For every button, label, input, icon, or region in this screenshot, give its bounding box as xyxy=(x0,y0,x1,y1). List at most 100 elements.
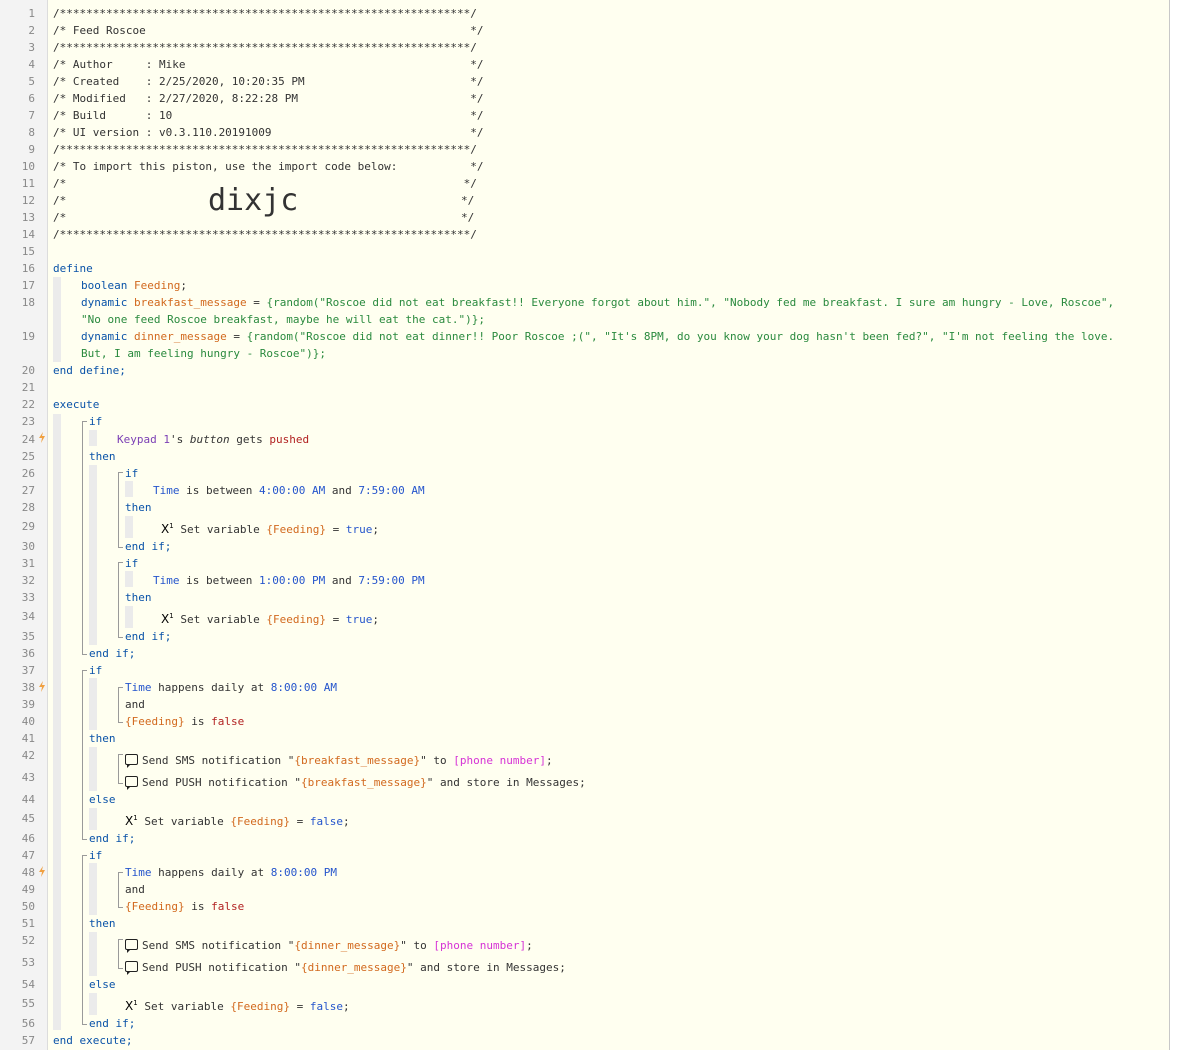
if-bracket-1 xyxy=(82,421,87,655)
modified-line: /* Modified : 2/27/2020, 8:22:28 PM */ xyxy=(53,92,484,105)
set-variable-action[interactable]: X1 Set variable {Feeding} = true; xyxy=(161,609,379,627)
indent-guide-then1 xyxy=(89,465,97,645)
indent-guide-else3 xyxy=(89,993,97,1015)
created-line: /* Created : 2/25/2020, 10:20:35 PM */ xyxy=(53,75,484,88)
if-keyword[interactable]: if xyxy=(89,848,102,863)
expression-value: {random("Roscoe did not eat breakfast!! … xyxy=(266,296,1115,309)
line-number: 5 xyxy=(28,75,35,88)
lightning-bolt-icon xyxy=(39,432,45,443)
piston-title: /* Feed Roscoe */ xyxy=(53,24,484,37)
variable-declaration-breakfast[interactable]: dynamic breakfast_message = {random("Ros… xyxy=(81,295,1114,310)
variable-declaration-dinner[interactable]: dynamic dinner_message = {random("Roscoe… xyxy=(81,329,1114,344)
line-number: 37 xyxy=(21,664,35,677)
speech-bubble-icon xyxy=(125,961,138,975)
and-operator[interactable]: and xyxy=(125,882,145,897)
then-keyword: then xyxy=(125,501,152,514)
indent-guide-inner2 xyxy=(125,571,133,587)
line-number: 48 xyxy=(21,866,35,879)
then-keyword: then xyxy=(89,732,116,745)
line-number: 52 xyxy=(21,934,35,947)
indent-guide-if2 xyxy=(89,678,97,730)
indent-guide-else2 xyxy=(89,808,97,830)
set-variable-action[interactable]: X1 Set variable {Feeding} = false; xyxy=(125,811,350,829)
line-number: 54 xyxy=(21,978,35,991)
line-number: 39 xyxy=(21,698,35,711)
line-number: 26 xyxy=(21,467,35,480)
end-if-keyword: end if; xyxy=(89,1017,136,1030)
variable-declaration-feeding[interactable]: boolean Feeding; xyxy=(81,278,187,293)
line-number: 47 xyxy=(21,849,35,862)
header-border: /***************************************… xyxy=(53,228,477,241)
condition-group-bracket-2 xyxy=(118,687,123,723)
set-variable-action[interactable]: X1 Set variable {Feeding} = true; xyxy=(161,519,379,537)
else-keyword: else xyxy=(89,978,116,991)
author-line: /* Author : Mike */ xyxy=(53,58,484,71)
time-trigger-condition[interactable]: Time happens daily at 8:00:00 PM xyxy=(125,865,337,880)
and-operator[interactable]: and xyxy=(125,697,145,712)
line-number: 2 xyxy=(28,24,35,37)
if-keyword[interactable]: if xyxy=(125,466,138,481)
action-group-bracket-3 xyxy=(118,939,123,969)
keypad-condition[interactable]: Keypad 1's button gets pushed xyxy=(117,432,309,447)
condition-group-bracket-3 xyxy=(118,872,123,908)
line-number: 49 xyxy=(21,883,35,896)
indent-guide-if1 xyxy=(89,430,97,446)
line-number: 18 xyxy=(21,296,35,309)
indent-guide-then2 xyxy=(89,747,97,791)
line-number: 53 xyxy=(21,956,35,969)
variable-name: Feeding xyxy=(133,279,181,292)
if-bracket-3 xyxy=(82,855,87,1025)
line-number: 17 xyxy=(21,279,35,292)
line-number: 25 xyxy=(21,450,35,463)
send-push-action[interactable]: Send PUSH notification "{breakfast_messa… xyxy=(125,775,586,790)
send-sms-action[interactable]: Send SMS notification "{breakfast_messag… xyxy=(125,753,553,768)
if-keyword[interactable]: if xyxy=(89,414,102,429)
line-number: 50 xyxy=(21,900,35,913)
line-number: 1 xyxy=(28,7,35,20)
speech-bubble-icon xyxy=(125,754,138,768)
execute-keyword: execute xyxy=(53,398,100,411)
expression-value-continued: But, I am feeling hungry - Roscoe")}; xyxy=(81,347,327,360)
line-number: 13 xyxy=(21,211,35,224)
set-variable-action[interactable]: X1 Set variable {Feeding} = false; xyxy=(125,996,350,1014)
feeding-condition[interactable]: {Feeding} is false xyxy=(125,714,244,729)
feeding-condition[interactable]: {Feeding} is false xyxy=(125,899,244,914)
type-dynamic: dynamic xyxy=(81,296,128,309)
expression-value-continued: "No one feed Roscoe breakfast, maybe he … xyxy=(81,313,485,326)
ui-version-line: /* UI version : v0.3.110.20191009 */ xyxy=(53,126,484,139)
line-number: 9 xyxy=(28,143,35,156)
lightning-bolt-icon xyxy=(39,866,45,877)
import-code: dixjc xyxy=(208,183,299,218)
x1-variable-icon: X1 xyxy=(161,612,174,626)
line-number: 7 xyxy=(28,109,35,122)
end-if-keyword: end if; xyxy=(89,832,136,845)
send-push-action[interactable]: Send PUSH notification "{dinner_message}… xyxy=(125,960,566,975)
line-number: 31 xyxy=(21,557,35,570)
indent-guide-define xyxy=(53,277,61,362)
line-number: 6 xyxy=(28,92,35,105)
indent-guide-inner1 xyxy=(125,481,133,497)
line-number: 12 xyxy=(21,194,35,207)
line-number: 3 xyxy=(28,41,35,54)
line-number: 40 xyxy=(21,715,35,728)
device-name: Keypad 1 xyxy=(117,433,170,446)
build-line: /* Build : 10 */ xyxy=(53,109,484,122)
if-keyword[interactable]: if xyxy=(125,556,138,571)
import-instructions: /* To import this piston, use the import… xyxy=(53,160,484,173)
header-border: /***************************************… xyxy=(53,143,477,156)
end-execute-keyword: end execute; xyxy=(53,1034,133,1047)
time-between-condition[interactable]: Time is between 1:00:00 PM and 7:59:00 P… xyxy=(153,573,425,588)
end-define-keyword: end define; xyxy=(53,364,126,377)
line-number: 14 xyxy=(21,228,35,241)
time-between-condition[interactable]: Time is between 4:00:00 AM and 7:59:00 A… xyxy=(153,483,425,498)
line-number: 36 xyxy=(21,647,35,660)
line-number: 46 xyxy=(21,832,35,845)
line-number: 23 xyxy=(21,415,35,428)
line-number: 56 xyxy=(21,1017,35,1030)
line-number: 15 xyxy=(21,245,35,258)
time-trigger-condition[interactable]: Time happens daily at 8:00:00 AM xyxy=(125,680,337,695)
send-sms-action[interactable]: Send SMS notification "{dinner_message}"… xyxy=(125,938,533,953)
if-keyword[interactable]: if xyxy=(89,663,102,678)
end-if-keyword: end if; xyxy=(89,647,136,660)
x1-variable-icon: X1 xyxy=(125,999,138,1013)
